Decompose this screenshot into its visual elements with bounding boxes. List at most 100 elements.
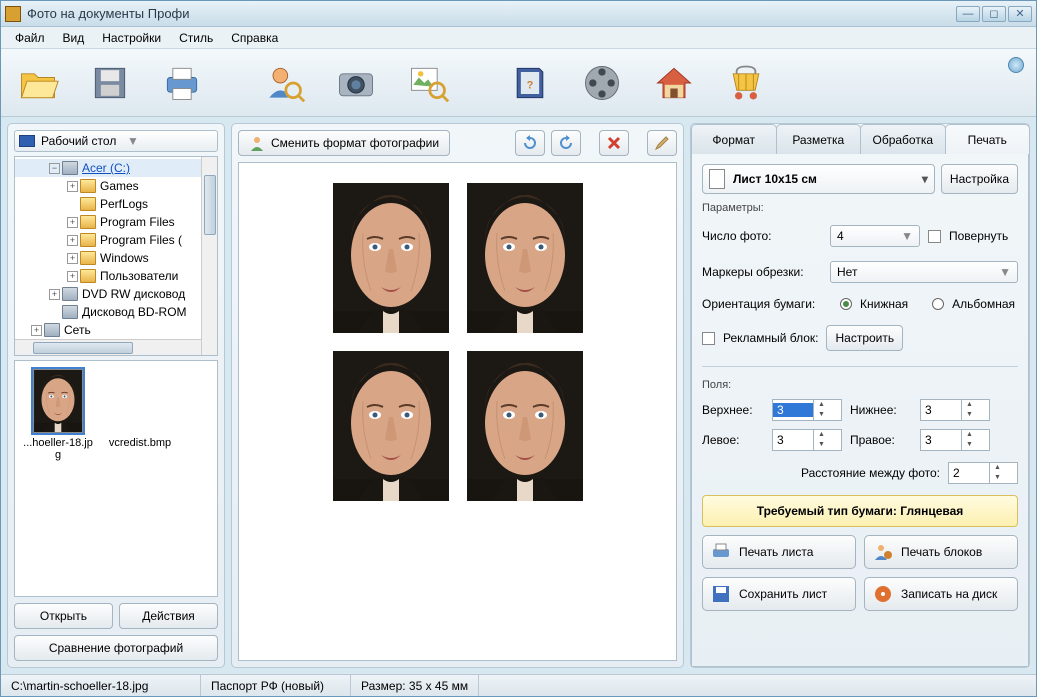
gap-input[interactable]: ▲▼ <box>948 462 1018 484</box>
cart-button[interactable] <box>719 56 773 110</box>
tree-node-games[interactable]: +Games <box>15 177 217 195</box>
statusbar: C:\martin-schoeller-18.jpg Паспорт РФ (н… <box>1 674 1036 696</box>
print-sheet-button[interactable]: Печать листа <box>702 535 856 569</box>
rotate-right-button[interactable] <box>551 130 581 156</box>
camera-button[interactable] <box>329 56 383 110</box>
tree-node-pf[interactable]: +Program Files <box>15 213 217 231</box>
rotate-checkbox[interactable] <box>928 230 941 243</box>
right-panel: Формат Разметка Обработка Печать Лист 10… <box>690 123 1030 668</box>
margin-right-label: Правое: <box>850 433 912 447</box>
chevron-down-icon: ▾ <box>922 172 928 186</box>
sheet-settings-button[interactable]: Настройка <box>941 164 1018 194</box>
center-panel: Сменить формат фотографии <box>231 123 684 668</box>
tab-process[interactable]: Обработка <box>860 124 946 154</box>
markers-select[interactable]: Нет▼ <box>830 261 1018 283</box>
compare-button[interactable]: Сравнение фотографий <box>14 635 218 661</box>
menubar: Файл Вид Настройки Стиль Справка <box>1 27 1036 49</box>
help-icon[interactable] <box>1008 57 1024 73</box>
menu-help[interactable]: Справка <box>223 29 286 47</box>
photo-2 <box>467 183 583 333</box>
delete-button[interactable] <box>599 130 629 156</box>
tree-node-windows[interactable]: +Windows <box>15 249 217 267</box>
desktop-icon <box>19 135 35 147</box>
margin-left-input[interactable]: ▲▼ <box>772 429 842 451</box>
gap-label: Расстояние между фото: <box>801 466 940 480</box>
tree-node-users[interactable]: +Пользователи <box>15 267 217 285</box>
close-button[interactable]: ✕ <box>1008 6 1032 22</box>
margin-top-input[interactable]: ▲▼ <box>772 399 842 421</box>
menu-file[interactable]: Файл <box>7 29 53 47</box>
margins-label: Поля: <box>702 379 1018 391</box>
person-icon <box>249 135 265 151</box>
tree-node-net[interactable]: +Сеть <box>15 321 217 339</box>
image-search-button[interactable] <box>401 56 455 110</box>
tab-format[interactable]: Формат <box>691 124 777 154</box>
sheet-selector[interactable]: Лист 10x15 см ▾ <box>702 164 935 194</box>
photo-3 <box>333 351 449 501</box>
params-label: Параметры: <box>702 202 1018 214</box>
adblock-label: Рекламный блок: <box>723 331 818 345</box>
thumb-item-2[interactable]: vcredist.bmp <box>105 369 175 449</box>
home-button[interactable] <box>647 56 701 110</box>
markers-label: Маркеры обрезки: <box>702 265 822 279</box>
tab-print[interactable]: Печать <box>945 124 1031 154</box>
film-reel-button[interactable] <box>575 56 629 110</box>
count-label: Число фото: <box>702 229 822 243</box>
radio-landscape[interactable] <box>932 298 944 310</box>
open-button[interactable]: Открыть <box>14 603 113 629</box>
location-label: Рабочий стол <box>41 134 127 148</box>
rotate-left-button[interactable] <box>515 130 545 156</box>
radio-portrait[interactable] <box>840 298 852 310</box>
tree-node-dvd[interactable]: +DVD RW дисковод <box>15 285 217 303</box>
disc-icon <box>873 584 893 604</box>
actions-button[interactable]: Действия <box>119 603 218 629</box>
margin-bottom-label: Нижнее: <box>850 403 912 417</box>
burn-disc-button[interactable]: Записать на диск <box>864 577 1018 611</box>
window-title: Фото на документы Профи <box>27 6 956 21</box>
tree-node-bd[interactable]: Дисковод BD-ROM <box>15 303 217 321</box>
margin-right-input[interactable]: ▲▼ <box>920 429 990 451</box>
folder-tree[interactable]: −Acer (C:) +Games PerfLogs +Program File… <box>14 156 218 356</box>
svg-text:?: ? <box>527 79 534 91</box>
print-button[interactable] <box>155 56 209 110</box>
save-sheet-button[interactable]: Сохранить лист <box>702 577 856 611</box>
floppy-icon <box>711 584 731 604</box>
thumb-item-1[interactable]: ...hoeller-18.jpg <box>23 369 93 461</box>
tree-node-acer[interactable]: −Acer (C:) <box>15 159 217 177</box>
titlebar: Фото на документы Профи — ◻ ✕ <box>1 1 1036 27</box>
person-search-button[interactable] <box>257 56 311 110</box>
page-icon <box>709 169 725 189</box>
menu-settings[interactable]: Настройки <box>94 29 169 47</box>
photo-1 <box>333 183 449 333</box>
printer-icon <box>711 542 731 562</box>
change-format-button[interactable]: Сменить формат фотографии <box>238 130 450 156</box>
tree-node-pf86[interactable]: +Program Files ( <box>15 231 217 249</box>
person-gear-icon <box>873 542 893 562</box>
brush-button[interactable] <box>647 130 677 156</box>
location-selector[interactable]: Рабочий стол ▼ <box>14 130 218 152</box>
margin-top-label: Верхнее: <box>702 403 764 417</box>
preview-canvas <box>238 162 677 661</box>
adblock-configure-button[interactable]: Настроить <box>826 325 903 351</box>
tree-v-scrollbar[interactable] <box>201 157 217 355</box>
status-size: Размер: 35 x 45 мм <box>351 675 479 696</box>
menu-style[interactable]: Стиль <box>171 29 221 47</box>
open-folder-button[interactable] <box>11 56 65 110</box>
help-book-button[interactable]: ? <box>503 56 557 110</box>
save-button[interactable] <box>83 56 137 110</box>
status-path: C:\martin-schoeller-18.jpg <box>1 675 201 696</box>
print-blocks-button[interactable]: Печать блоков <box>864 535 1018 569</box>
required-paper: Требуемый тип бумаги: Глянцевая <box>702 495 1018 527</box>
tab-layout[interactable]: Разметка <box>776 124 862 154</box>
adblock-checkbox[interactable] <box>702 332 715 345</box>
tree-node-perflogs[interactable]: PerfLogs <box>15 195 217 213</box>
main-toolbar: ? <box>1 49 1036 117</box>
orient-label: Ориентация бумаги: <box>702 297 832 311</box>
app-icon <box>5 6 21 22</box>
margin-bottom-input[interactable]: ▲▼ <box>920 399 990 421</box>
maximize-button[interactable]: ◻ <box>982 6 1006 22</box>
minimize-button[interactable]: — <box>956 6 980 22</box>
tree-h-scrollbar[interactable] <box>15 339 201 355</box>
menu-view[interactable]: Вид <box>55 29 93 47</box>
count-select[interactable]: 4▼ <box>830 225 920 247</box>
